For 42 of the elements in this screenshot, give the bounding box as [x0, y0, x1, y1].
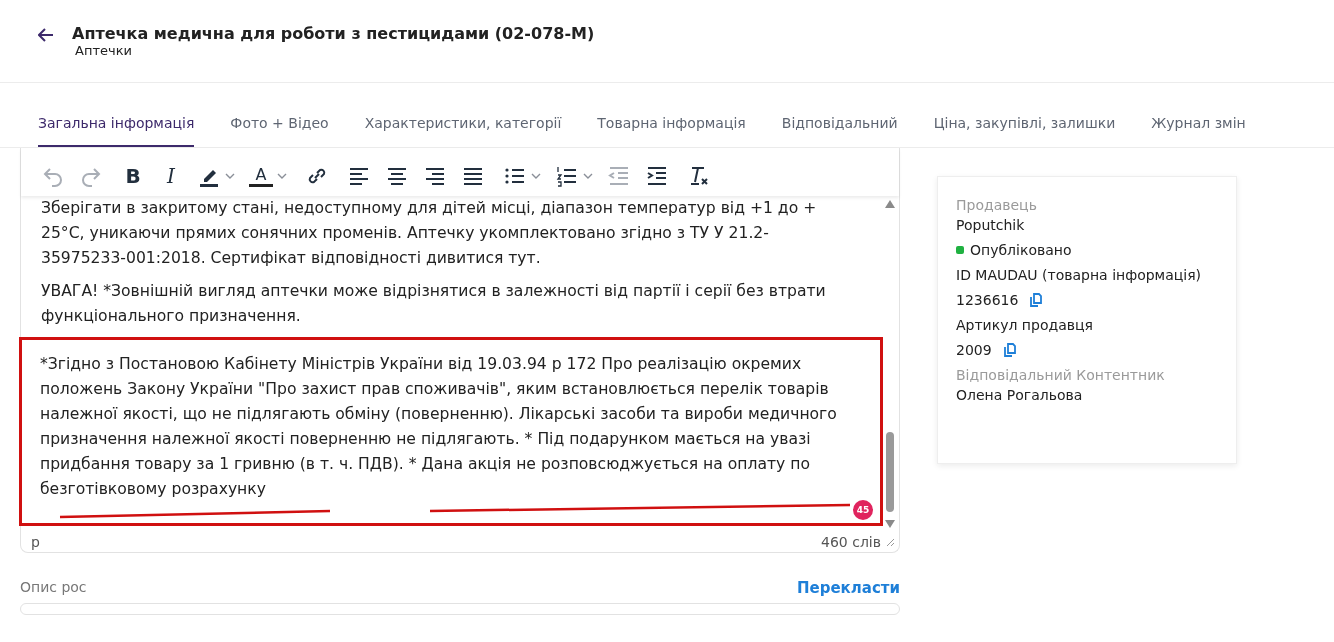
- caret-icon[interactable]: [277, 173, 287, 179]
- indent-icon[interactable]: [645, 164, 669, 188]
- count-badge: 45: [853, 500, 873, 520]
- bold-button[interactable]: B: [121, 164, 145, 188]
- paragraph: Зберігати в закритому стані, недоступному для дітей місці, діапазон температур від +1 до + 25°С, уникаючи прямих сонячних променів. Аптечку укомплектовано згідно з ТУ У 21.2-35975233-001:2018. Сертифікат відповідності дивитися тут.: [41, 198, 818, 269]
- field-label: Опис рос: [20, 579, 87, 597]
- italic-button[interactable]: I: [159, 164, 183, 188]
- scroll-down-icon[interactable]: [885, 520, 895, 528]
- copy-icon[interactable]: [1003, 343, 1016, 357]
- number-list-icon[interactable]: [555, 164, 579, 188]
- caret-icon[interactable]: [531, 173, 541, 179]
- caret-icon[interactable]: [583, 173, 593, 179]
- caret-icon[interactable]: [225, 173, 235, 179]
- field-label: Артикул продавця: [956, 317, 1094, 333]
- tab[interactable]: Ціна, закупівлі, залишки: [933, 115, 1116, 147]
- tab[interactable]: Фото + Відео: [230, 115, 329, 147]
- paragraph: *Згідно з Постановою Кабінету Міністрів України від 19.03.94 р 172 Про реалізацію окремих положень Закону України "Про захист прав споживачів", яким встановлюється перелік товарів належної якості, що не підлягають обміну (поверненню). Лікарські засоби та вироби медичного призначення належної якості поверненню не підлягають. * Під подарунком мається на увазі придбання товару за 1 гривню (в т. ч. ПДВ). * Дана акція не розповсюджується на оплату по безготівковому розрахунку: [40, 354, 838, 500]
- tab[interactable]: Загальна інформація: [38, 115, 195, 147]
- seller-name: Poputchik: [956, 217, 1026, 233]
- copy-icon[interactable]: [1030, 293, 1043, 307]
- tab[interactable]: Характеристики, категорії: [364, 115, 562, 147]
- word-count: 460 слів: [821, 534, 881, 550]
- manager-name: Олена Рогальова: [956, 387, 1084, 403]
- page-title: Аптечка медична для роботи з пестицидами (02-078-М): [72, 24, 595, 43]
- back-arrow-icon[interactable]: [38, 28, 54, 42]
- scroll-up-icon[interactable]: [885, 200, 895, 208]
- seller-sku: 2009: [956, 342, 992, 358]
- element-path: p: [31, 534, 40, 550]
- field-label: ID MAUDAU (товарна інформація): [956, 267, 1203, 283]
- textcolor-button[interactable]: A: [249, 165, 273, 187]
- page-subtitle: Аптечки: [75, 43, 133, 58]
- translate-link[interactable]: Перекласти: [796, 579, 900, 597]
- paragraph: УВАГА! *Зовнішній вигляд аптечки може відрізнятися в залежності від партії і серії без втрати функціонального призначення.: [41, 281, 827, 327]
- tab[interactable]: Відповідальний: [781, 115, 898, 147]
- scroll-thumb[interactable]: [886, 432, 894, 512]
- resize-grip-icon[interactable]: [885, 537, 895, 547]
- field-label: Продавець: [956, 197, 1038, 213]
- field-label: Відповідальний Контентник: [956, 367, 1166, 383]
- status-text: Опубліковано: [970, 242, 1072, 258]
- product-id: 1236616: [956, 292, 1019, 308]
- tab[interactable]: Товарна інформація: [597, 115, 746, 147]
- tab[interactable]: Журнал змін: [1151, 115, 1246, 147]
